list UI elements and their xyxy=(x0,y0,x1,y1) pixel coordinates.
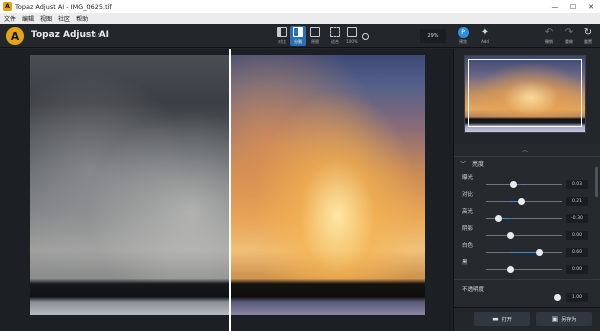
menu-file[interactable]: 文件 xyxy=(0,14,19,23)
ai-add-label: Add xyxy=(481,39,489,44)
opacity-control: 不透明度 1.00 xyxy=(454,279,600,307)
photo-viewport[interactable] xyxy=(30,55,425,315)
slider-shadows-track[interactable] xyxy=(486,235,562,236)
slider-highlights-value[interactable]: -0.30 xyxy=(566,214,588,223)
section-title: 亮度 xyxy=(472,160,485,168)
slider-whites-value[interactable]: 0.60 xyxy=(566,248,588,257)
preview-icon: P xyxy=(457,27,469,38)
photo-original-half xyxy=(30,55,230,315)
chevron-down-icon: ﹀ xyxy=(460,160,467,168)
close-icon[interactable]: ✕ xyxy=(582,0,600,13)
slider-exposure-handle[interactable] xyxy=(510,181,517,188)
app-window: A Topaz Adjust AI - IMG_0625.tif — ☐ ✕ 文… xyxy=(0,0,600,331)
reset-button[interactable]: ↻ 重置 xyxy=(577,26,599,46)
slider-shadows-label: 阴影 xyxy=(462,226,474,232)
navigator-viewport-box[interactable] xyxy=(468,59,582,127)
zoom-level[interactable]: 29% xyxy=(420,29,446,43)
zoom-fit-button[interactable]: 适合 xyxy=(327,26,343,46)
slider-blacks-value[interactable]: 0.00 xyxy=(566,265,588,274)
redo-label: 重做 xyxy=(565,39,573,44)
zoom-fit-label: 适合 xyxy=(331,39,339,44)
save-as-button[interactable]: ▣ 另存为 xyxy=(536,312,592,326)
image-canvas[interactable] xyxy=(0,49,453,331)
view-compare-button[interactable]: 对比 xyxy=(274,26,290,46)
slider-exposure-fill xyxy=(524,184,526,185)
zoom-100-icon xyxy=(347,27,357,37)
open-label: 打开 xyxy=(501,316,512,323)
zoom-100-button[interactable]: 100% xyxy=(344,26,360,46)
folder-icon: ▬ xyxy=(492,315,499,323)
save-icon: ▣ xyxy=(551,315,559,323)
undo-button[interactable]: ↶ 撤销 xyxy=(538,26,560,46)
slider-contrast-handle[interactable] xyxy=(518,198,525,205)
opacity-value[interactable]: 1.00 xyxy=(566,293,588,302)
split-divider[interactable] xyxy=(229,49,231,331)
slider-contrast-label: 对比 xyxy=(462,192,474,198)
title-bar: A Topaz Adjust AI - IMG_0625.tif — ☐ ✕ xyxy=(0,0,600,13)
slider-blacks: 黑 0.00 xyxy=(454,258,594,278)
slider-exposure-value[interactable]: 0.03 xyxy=(566,180,588,189)
slider-blacks-handle[interactable] xyxy=(507,266,514,273)
menu-bar: 文件 编辑 视图 社区 帮助 xyxy=(0,13,600,24)
navigator xyxy=(454,49,600,144)
view-original-label: 原图 xyxy=(311,39,319,44)
minimize-icon[interactable]: — xyxy=(546,0,564,13)
adjust-panel: ︿ ﹀ 亮度 曝光 0.03 对比 0.21 高光 -0.30 阴影 0.00 … xyxy=(453,49,600,331)
view-split-label: 分割 xyxy=(294,39,302,44)
view-original-button[interactable]: 原图 xyxy=(307,26,323,46)
slider-blacks-label: 黑 xyxy=(462,260,468,266)
slider-highlights-handle[interactable] xyxy=(495,215,502,222)
slider-shadows-handle[interactable] xyxy=(507,232,514,239)
photo-adjusted-half xyxy=(230,55,425,315)
opacity-label: 不透明度 xyxy=(462,287,485,293)
menu-community[interactable]: 社区 xyxy=(55,14,73,23)
panel-footer: ▬ 打开 ▣ 另存为 xyxy=(454,307,600,331)
zoom-handle[interactable] xyxy=(362,33,369,40)
ai-brain-icon: ✦ xyxy=(480,27,490,38)
slider-contrast-value[interactable]: 0.21 xyxy=(566,197,588,206)
slider-contrast-fill xyxy=(510,201,518,202)
zoom-100-label: 100% xyxy=(346,39,358,44)
split-icon xyxy=(293,27,303,37)
app-icon: A xyxy=(3,2,12,11)
slider-shadows-value[interactable]: 0.00 xyxy=(566,231,588,240)
compare-icon xyxy=(277,27,287,37)
panel-scrollbar[interactable] xyxy=(595,167,598,197)
window-title: Topaz Adjust AI - IMG_0625.tif xyxy=(15,2,112,11)
undo-label: 撤销 xyxy=(545,39,553,44)
open-button[interactable]: ▬ 打开 xyxy=(474,312,530,326)
slider-whites-label: 白色 xyxy=(462,243,474,249)
main-toolbar: A Topaz Adjust AI v1.0.5 对比 分割 原图 适合 100… xyxy=(0,24,600,48)
slider-blacks-track[interactable] xyxy=(486,269,562,270)
reset-icon: ↻ xyxy=(583,27,593,38)
redo-icon: ↷ xyxy=(564,27,574,38)
slider-exposure-label: 曝光 xyxy=(462,175,474,181)
slider-whites-handle[interactable] xyxy=(536,249,543,256)
app-logo: A xyxy=(6,27,24,45)
reset-label: 重置 xyxy=(584,39,592,44)
save-as-label: 另存为 xyxy=(561,316,577,323)
slider-highlights-label: 高光 xyxy=(462,209,474,215)
chevron-up-icon[interactable]: ︿ xyxy=(522,145,528,154)
ai-add-button[interactable]: ✦ Add xyxy=(474,26,496,46)
menu-view[interactable]: 视图 xyxy=(37,14,55,23)
preview-button[interactable]: P 预览 xyxy=(452,26,474,46)
opacity-handle[interactable] xyxy=(554,294,561,301)
undo-icon: ↶ xyxy=(544,27,554,38)
menu-edit[interactable]: 编辑 xyxy=(19,14,37,23)
preview-label: 预览 xyxy=(459,39,467,44)
original-icon xyxy=(310,27,320,37)
view-compare-label: 对比 xyxy=(278,39,286,44)
section-header-brightness[interactable]: ﹀ 亮度 xyxy=(454,156,600,169)
menu-help[interactable]: 帮助 xyxy=(73,14,91,23)
fit-icon xyxy=(330,27,340,37)
app-version: v1.0.5 xyxy=(85,33,101,39)
maximize-icon[interactable]: ☐ xyxy=(564,0,582,13)
view-split-button[interactable]: 分割 xyxy=(290,26,306,46)
